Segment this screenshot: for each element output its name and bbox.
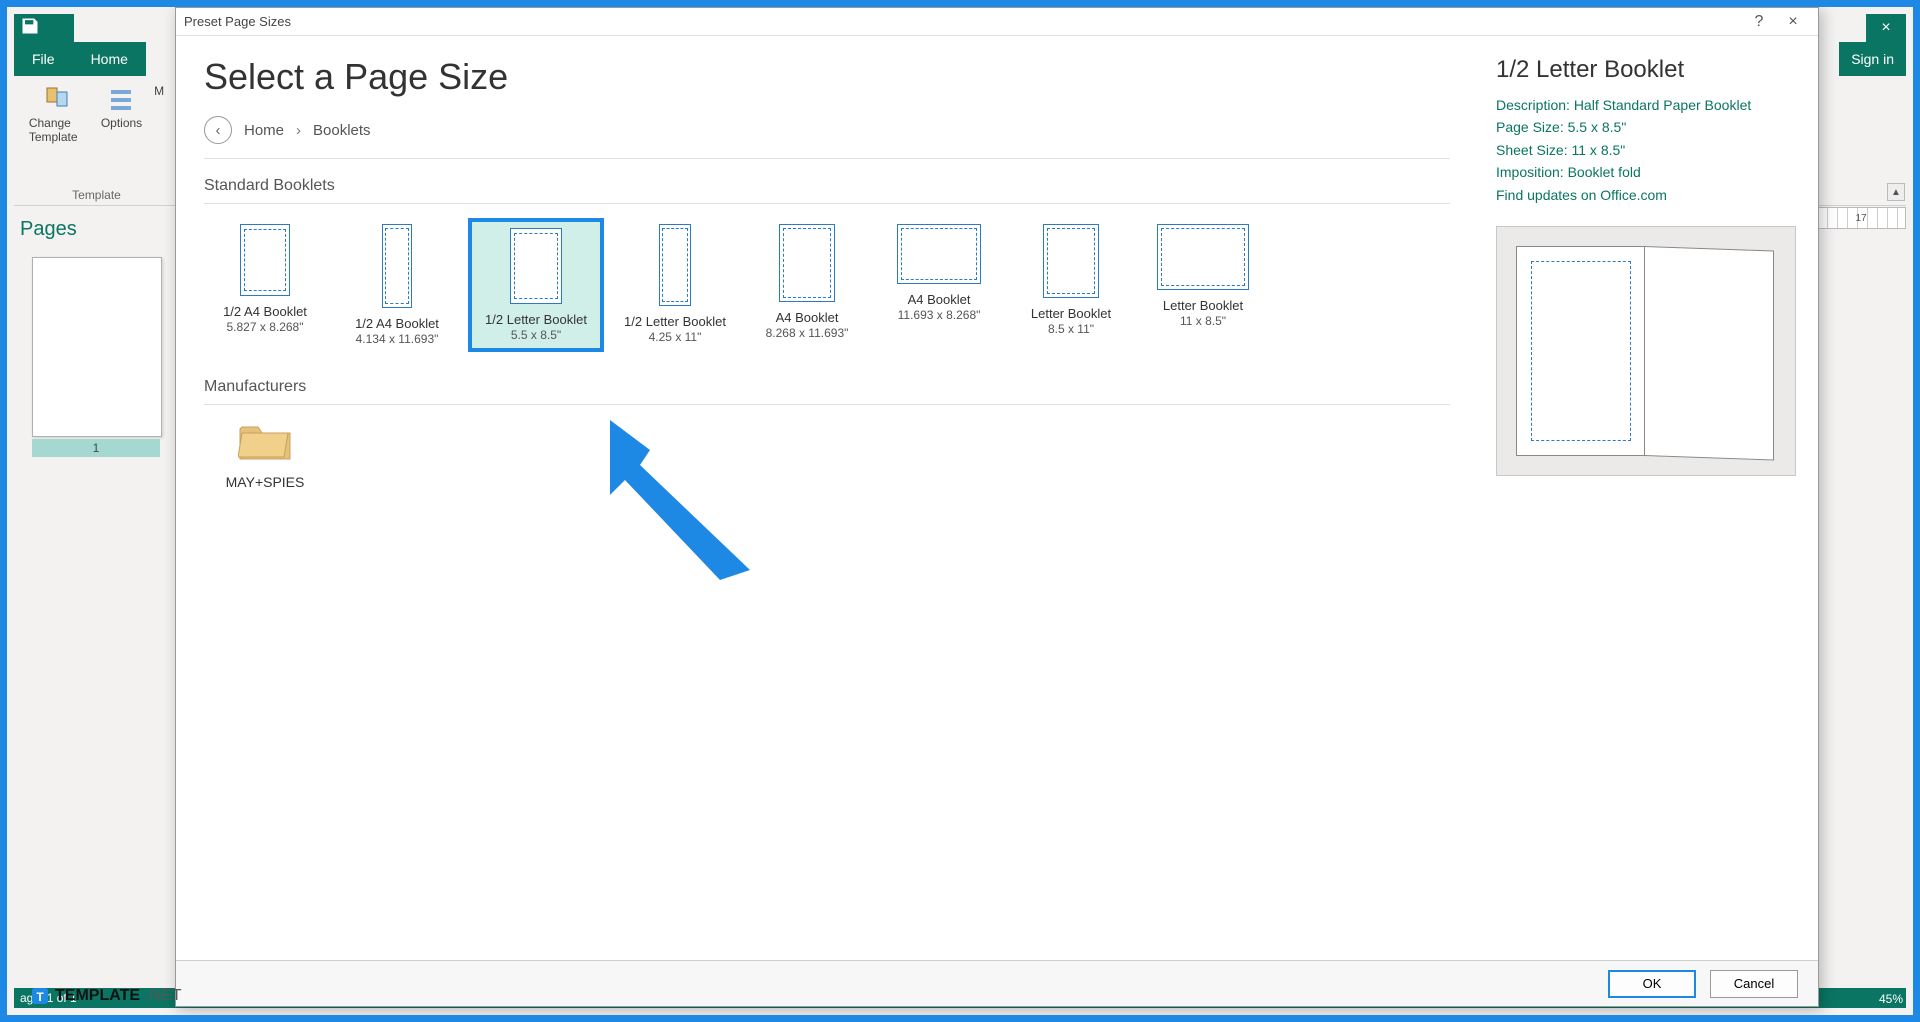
detail-preview <box>1496 226 1796 476</box>
booklet-dimensions: 8.268 x 11.693" <box>766 326 849 340</box>
dialog-heading: Select a Page Size <box>204 56 1450 98</box>
detail-title: 1/2 Letter Booklet <box>1496 56 1800 84</box>
booklet-item-0[interactable]: 1/2 A4 Booklet5.827 x 8.268" <box>204 218 326 340</box>
sign-in-link[interactable]: Sign in <box>1839 45 1906 73</box>
booklet-name: Letter Booklet <box>1031 306 1111 322</box>
dialog-body: Select a Page Size ‹ Home › Booklets Sta… <box>176 36 1818 960</box>
options-icon <box>105 84 137 116</box>
ruler: 17 <box>1816 207 1906 229</box>
booklet-thumb-icon <box>1043 224 1099 298</box>
cancel-button[interactable]: Cancel <box>1710 970 1798 998</box>
find-updates-link[interactable]: Find updates on Office.com <box>1496 187 1667 203</box>
ribbon-group-label: Template <box>72 188 121 206</box>
booklet-name: A4 Booklet <box>776 310 839 326</box>
booklet-item-3[interactable]: 1/2 Letter Booklet4.25 x 11" <box>614 218 736 350</box>
booklet-thumb-icon <box>897 224 981 284</box>
booklet-list: 1/2 A4 Booklet5.827 x 8.268"1/2 A4 Bookl… <box>204 218 1450 352</box>
booklet-item-6[interactable]: Letter Booklet8.5 x 11" <box>1010 218 1132 342</box>
watermark: T TEMPLATE .NET <box>30 986 181 1006</box>
ribbon-tabs: File Home <box>14 42 146 76</box>
booklet-item-4[interactable]: A4 Booklet8.268 x 11.693" <box>746 218 868 346</box>
section-manufacturers: Manufacturers <box>204 378 1450 396</box>
watermark-logo-icon: T <box>30 986 50 1006</box>
change-template-icon <box>43 84 75 116</box>
change-template-label: Change Template <box>29 116 89 144</box>
page-size-dialog: Preset Page Sizes ? × Select a Page Size… <box>175 7 1819 1007</box>
truncated-button[interactable]: M <box>150 82 168 146</box>
truncated-label: M <box>154 84 164 98</box>
detail-description: Description: Half Standard Paper Booklet <box>1496 94 1800 116</box>
dialog-titlebar: Preset Page Sizes ? × <box>176 8 1818 36</box>
booklet-thumb-icon <box>1157 224 1249 290</box>
back-icon[interactable]: ‹ <box>204 116 232 144</box>
close-window-icon[interactable]: × <box>1866 14 1906 42</box>
page-thumbnail[interactable]: 1 <box>14 249 178 465</box>
sign-in-area[interactable]: Sign in <box>1839 42 1906 76</box>
booklet-dimensions: 5.5 x 8.5" <box>511 328 561 342</box>
dialog-title: Preset Page Sizes <box>184 14 291 29</box>
booklet-name: 1/2 Letter Booklet <box>485 312 587 328</box>
booklet-name: 1/2 A4 Booklet <box>223 304 307 320</box>
options-label: Options <box>101 116 142 130</box>
change-template-button[interactable]: Change Template <box>25 82 93 146</box>
booklet-dimensions: 4.134 x 11.693" <box>356 332 439 346</box>
watermark-suffix: .NET <box>145 987 181 1005</box>
booklet-thumb-icon <box>240 224 290 296</box>
manufacturer-item[interactable]: MAY+SPIES <box>204 419 326 490</box>
booklet-thumb-icon <box>659 224 691 306</box>
detail-sheet-size: Sheet Size: 11 x 8.5" <box>1496 139 1800 161</box>
detail-imposition: Imposition: Booklet fold <box>1496 161 1800 183</box>
booklet-item-7[interactable]: Letter Booklet11 x 8.5" <box>1142 218 1264 334</box>
dialog-close-icon[interactable]: × <box>1776 13 1810 31</box>
dialog-help-icon[interactable]: ? <box>1742 13 1776 31</box>
booklet-name: 1/2 A4 Booklet <box>355 316 439 332</box>
booklet-name: A4 Booklet <box>908 292 971 308</box>
watermark-brand: TEMPLATE <box>55 987 140 1005</box>
pages-panel-title: Pages <box>14 210 178 249</box>
booklet-thumb-icon <box>382 224 412 308</box>
quick-access-toolbar <box>14 14 74 42</box>
page-thumb-icon <box>32 257 162 437</box>
booklet-name: Letter Booklet <box>1163 298 1243 314</box>
manufacturer-label: MAY+SPIES <box>204 474 326 490</box>
booklet-name: 1/2 Letter Booklet <box>624 314 726 330</box>
ok-button[interactable]: OK <box>1608 970 1696 998</box>
booklet-item-5[interactable]: A4 Booklet11.693 x 8.268" <box>878 218 1000 328</box>
booklet-dimensions: 5.827 x 8.268" <box>227 320 304 334</box>
booklet-item-2[interactable]: 1/2 Letter Booklet5.5 x 8.5" <box>468 218 604 352</box>
ruler-tick: 17 <box>1855 213 1866 224</box>
dialog-left-pane: Select a Page Size ‹ Home › Booklets Sta… <box>176 36 1478 960</box>
booklet-thumb-icon <box>779 224 835 302</box>
save-icon[interactable] <box>20 16 40 41</box>
dialog-detail-pane: 1/2 Letter Booklet Description: Half Sta… <box>1478 36 1818 960</box>
booklet-dimensions: 11.693 x 8.268" <box>898 308 981 322</box>
pages-panel: Pages 1 <box>14 210 179 993</box>
window-right-cluster: × <box>1866 14 1906 42</box>
tab-home[interactable]: Home <box>73 42 146 76</box>
tab-file[interactable]: File <box>14 42 73 76</box>
booklet-dimensions: 8.5 x 11" <box>1048 322 1094 336</box>
dialog-footer: OK Cancel <box>176 960 1818 1006</box>
booklet-dimensions: 11 x 8.5" <box>1180 314 1226 328</box>
breadcrumb-sep-icon: › <box>296 122 301 139</box>
booklet-preview-icon <box>1516 246 1776 456</box>
options-button[interactable]: Options <box>97 82 146 146</box>
booklet-item-1[interactable]: 1/2 A4 Booklet4.134 x 11.693" <box>336 218 458 352</box>
folder-icon <box>238 419 292 461</box>
booklet-thumb-icon <box>510 228 562 304</box>
section-standard-booklets: Standard Booklets <box>204 177 1450 195</box>
zoom-level[interactable]: 45% <box>1879 992 1903 1006</box>
ribbon-group-template: Change Template Options M Template <box>14 76 179 206</box>
breadcrumb-home[interactable]: Home <box>244 122 284 139</box>
booklet-dimensions: 4.25 x 11" <box>649 330 702 344</box>
svg-text:T: T <box>36 990 44 1004</box>
breadcrumb-current: Booklets <box>313 122 371 139</box>
scroll-up-icon[interactable]: ▲ <box>1887 183 1905 201</box>
page-thumb-number: 1 <box>32 439 160 457</box>
detail-page-size: Page Size: 5.5 x 8.5" <box>1496 116 1800 138</box>
breadcrumb: ‹ Home › Booklets <box>204 116 1450 159</box>
